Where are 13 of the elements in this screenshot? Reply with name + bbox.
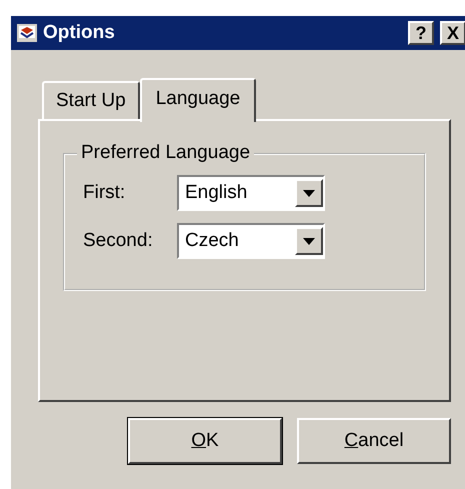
cancel-button[interactable]: Cancel	[297, 418, 451, 464]
group-title: Preferred Language	[77, 142, 254, 164]
language-dropdown[interactable]: English	[177, 175, 325, 211]
window-title: Options	[43, 22, 116, 44]
tab[interactable]: Language	[140, 78, 256, 122]
close-button[interactable]: X	[440, 21, 465, 45]
language-dropdown[interactable]: Czech	[177, 223, 325, 259]
ok-button[interactable]: OK	[128, 418, 282, 464]
help-button[interactable]: ?	[408, 21, 434, 45]
field-label: Second:	[83, 230, 154, 252]
field-label: First:	[83, 182, 126, 204]
app-icon	[17, 24, 37, 42]
tab[interactable]: Start Up	[42, 81, 140, 119]
